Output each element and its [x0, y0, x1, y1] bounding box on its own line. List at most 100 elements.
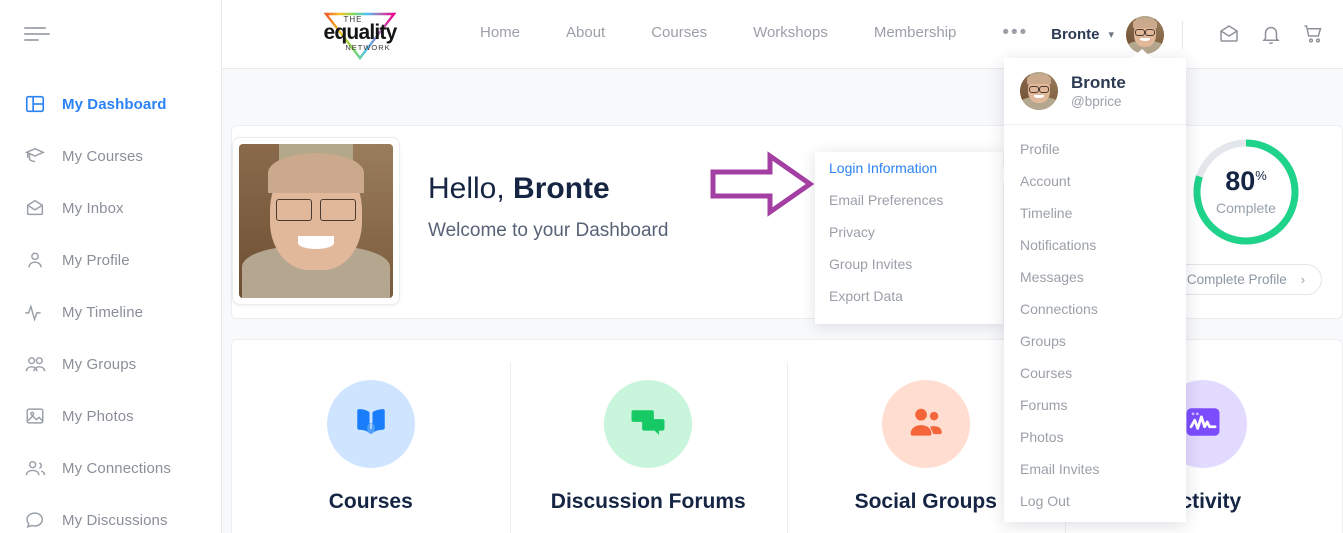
usermenu-item-messages[interactable]: Messages: [1004, 261, 1186, 293]
card-title: Discussion Forums: [550, 490, 746, 513]
sidebar-nav: My Dashboard My Courses My Inbox My Prof…: [0, 78, 222, 533]
usermenu-item-connections[interactable]: Connections: [1004, 293, 1186, 325]
user-dropdown-name: Bronte: [1071, 72, 1126, 92]
sidebar-item-my-courses[interactable]: My Courses: [0, 130, 222, 182]
chevron-right-icon: ›: [1300, 272, 1306, 287]
sidebar-item-label: My Dashboard: [62, 95, 167, 113]
complete-profile-button[interactable]: Complete Profile ›: [1170, 264, 1322, 295]
card-title: Social Groups: [854, 490, 997, 513]
dashboard-icon: [22, 91, 48, 117]
hamburger-line: [24, 39, 39, 41]
submenu-item-export-data[interactable]: Export Data: [815, 280, 1003, 312]
progress-percent: 80%: [1225, 168, 1267, 195]
nav-item-workshops[interactable]: Workshops: [753, 24, 828, 41]
site-logo[interactable]: THE equality NETWORK: [310, 4, 410, 66]
submenu-item-email-preferences[interactable]: Email Preferences: [815, 184, 1003, 216]
connections-icon: [22, 455, 48, 481]
sidebar-item-my-dashboard[interactable]: My Dashboard: [0, 78, 222, 130]
progress-ring: 80% Complete: [1188, 134, 1304, 250]
card-title: Courses: [328, 490, 413, 513]
usermenu-item-notifications[interactable]: Notifications: [1004, 229, 1186, 261]
greeting-prefix: Hello,: [428, 172, 514, 205]
progress-label: Complete: [1216, 200, 1276, 216]
inbox-tray-icon[interactable]: [1217, 22, 1243, 48]
pulse-screen-icon: [1181, 400, 1225, 449]
hero-subtitle: Welcome to your Dashboard: [428, 220, 669, 241]
chevron-down-icon[interactable]: ▾: [1108, 28, 1114, 41]
usermenu-item-timeline[interactable]: Timeline: [1004, 197, 1186, 229]
card-discussion-forums[interactable]: Discussion Forums: [509, 340, 788, 533]
hero-avatar[interactable]: [232, 137, 400, 305]
sidebar-item-my-connections[interactable]: My Connections: [0, 442, 222, 494]
sidebar-item-label: My Connections: [62, 459, 171, 477]
sidebar-item-my-photos[interactable]: My Photos: [0, 390, 222, 442]
card-icon-wrap: [326, 380, 415, 468]
usermenu-item-forums[interactable]: Forums: [1004, 389, 1186, 421]
submenu-item-login-information[interactable]: Login Information: [815, 152, 1003, 184]
hero-avatar-image: [239, 144, 393, 298]
greeting-name: Bronte: [513, 172, 610, 205]
bell-icon[interactable]: [1259, 22, 1285, 48]
user-dropdown-menu: Bronte @bprice Profile Account Timeline …: [1004, 49, 1186, 522]
submenu-item-group-invites[interactable]: Group Invites: [815, 248, 1003, 280]
card-courses[interactable]: Courses: [232, 340, 510, 533]
hamburger-line: [24, 33, 50, 35]
people-group-icon: [904, 400, 948, 449]
sidebar-item-my-profile[interactable]: My Profile: [0, 234, 222, 286]
sidebar-item-my-inbox[interactable]: My Inbox: [0, 182, 222, 234]
chat-bubbles-icon: [626, 400, 670, 449]
sidebar-item-my-discussions[interactable]: My Discussions: [0, 494, 222, 533]
usermenu-item-log-out[interactable]: Log Out: [1004, 485, 1186, 517]
account-submenu: Login Information Email Preferences Priv…: [815, 152, 1012, 324]
usermenu-item-profile[interactable]: Profile: [1004, 133, 1186, 165]
photo-icon: [22, 403, 48, 429]
sidebar-item-label: My Timeline: [62, 303, 144, 321]
activity-pulse-icon: [22, 299, 48, 325]
sidebar-item-label: My Discussions: [62, 511, 168, 529]
sidebar-item-my-groups[interactable]: My Groups: [0, 338, 222, 390]
usermenu-item-account[interactable]: Account: [1004, 165, 1186, 197]
submenu-item-privacy[interactable]: Privacy: [815, 216, 1003, 248]
avatar[interactable]: [1126, 15, 1164, 54]
chat-bubble-icon: [22, 507, 48, 533]
topbar-divider: [1182, 20, 1183, 49]
main-nav: Home About Courses Workshops Membership …: [480, 23, 1028, 42]
inbox-icon: [22, 195, 48, 221]
user-dropdown-header: Bronte @bprice: [1004, 58, 1186, 125]
nav-item-courses[interactable]: Courses: [651, 24, 707, 41]
sidebar-item-label: My Inbox: [62, 199, 124, 217]
percent-symbol: %: [1255, 168, 1267, 183]
page-title: Hello, Bronte: [428, 172, 668, 206]
card-icon-wrap: [881, 380, 970, 468]
usermenu-item-email-invites[interactable]: Email Invites: [1004, 453, 1186, 485]
topbar-user-name[interactable]: Bronte: [1051, 26, 1099, 43]
nav-item-about[interactable]: About: [566, 24, 605, 41]
user-icon: [22, 247, 48, 273]
nav-item-membership[interactable]: Membership: [874, 24, 957, 41]
complete-profile-label: Complete Profile: [1186, 272, 1287, 287]
avatar-face: [1126, 15, 1164, 54]
hero-text: Hello, Bronte Welcome to your Dashboard: [428, 172, 668, 242]
dropdown-caret-icon: [1132, 49, 1152, 58]
logo-line-equality: equality: [323, 21, 398, 44]
sidebar-item-label: My Profile: [62, 251, 130, 269]
usermenu-item-groups[interactable]: Groups: [1004, 325, 1186, 357]
progress-value: 80: [1225, 166, 1256, 196]
open-book-icon: [349, 400, 393, 449]
hamburger-line: [24, 27, 46, 29]
groups-icon: [22, 351, 48, 377]
sidebar-item-label: My Courses: [62, 147, 144, 165]
card-icon-wrap: [604, 380, 693, 468]
user-dropdown-names: Bronte @bprice: [1071, 73, 1126, 110]
nav-more-icon[interactable]: •••: [1002, 23, 1028, 42]
usermenu-item-courses[interactable]: Courses: [1004, 357, 1186, 389]
user-dropdown-list: Profile Account Timeline Notifications M…: [1004, 125, 1186, 517]
avatar[interactable]: [1020, 72, 1058, 110]
graduation-cap-icon: [22, 143, 48, 169]
nav-item-home[interactable]: Home: [480, 24, 520, 41]
usermenu-item-photos[interactable]: Photos: [1004, 421, 1186, 453]
sidebar-item-my-timeline[interactable]: My Timeline: [0, 286, 222, 338]
sidebar-item-label: My Photos: [62, 407, 134, 425]
hamburger-menu-icon[interactable]: [24, 27, 50, 43]
shopping-cart-icon[interactable]: [1301, 22, 1327, 48]
